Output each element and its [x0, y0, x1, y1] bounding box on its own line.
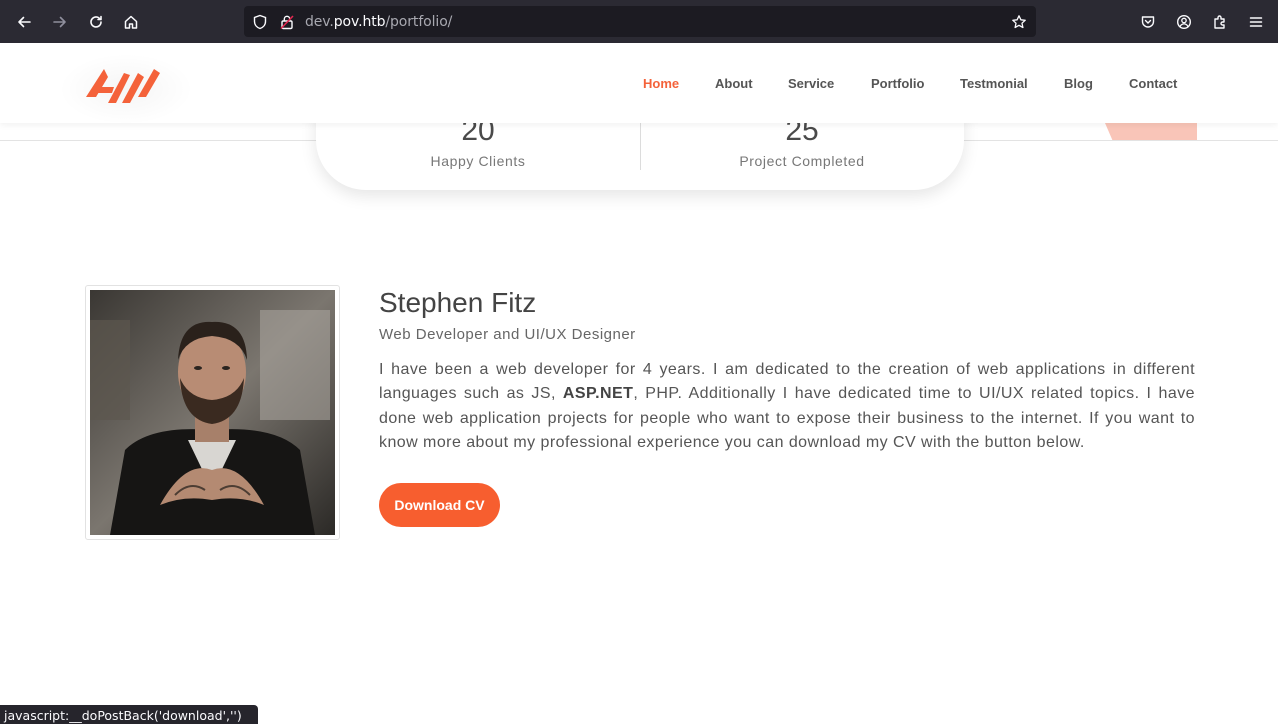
- nav-portfolio[interactable]: Portfolio: [871, 76, 924, 91]
- main-navigation: Home About Service Portfolio Testmonial …: [0, 76, 1278, 96]
- bookmark-star-icon[interactable]: [1011, 14, 1027, 30]
- profile-name: Stephen Fitz: [379, 287, 537, 318]
- nav-blog[interactable]: Blog: [1064, 76, 1093, 91]
- nav-testmonial[interactable]: Testmonial: [960, 76, 1028, 91]
- nav-contact[interactable]: Contact: [1129, 76, 1177, 91]
- profile-bio: I have been a web developer for 4 years.…: [379, 358, 1195, 456]
- nav-home[interactable]: Home: [643, 76, 679, 91]
- stat-label: Project Completed: [739, 153, 865, 169]
- hero-decorative-shape: [1105, 123, 1197, 140]
- pocket-icon[interactable]: [1136, 10, 1160, 34]
- download-cv-button[interactable]: Download CV: [379, 483, 500, 527]
- reload-icon[interactable]: [84, 10, 108, 34]
- home-icon[interactable]: [119, 10, 143, 34]
- url-text: dev.pov.htb/portfolio/: [305, 14, 452, 30]
- stat-label: Happy Clients: [430, 153, 526, 169]
- url-path: /portfolio/: [385, 14, 453, 30]
- forward-arrow-icon[interactable]: [48, 10, 72, 34]
- profile-photo-frame: [85, 285, 340, 540]
- url-domain: pov.htb: [333, 14, 386, 30]
- address-bar[interactable]: dev.pov.htb/portfolio/: [244, 6, 1036, 37]
- profile-title: Web Developer and UI/UX Designer: [379, 326, 636, 343]
- nav-about[interactable]: About: [715, 76, 753, 91]
- bio-highlight: ASP.NET: [562, 385, 634, 403]
- profile-photo: [90, 290, 335, 535]
- back-arrow-icon[interactable]: [12, 10, 36, 34]
- shield-icon[interactable]: [252, 14, 268, 30]
- browser-toolbar: dev.pov.htb/portfolio/: [0, 0, 1278, 43]
- extensions-icon[interactable]: [1208, 10, 1232, 34]
- hamburger-menu-icon[interactable]: [1244, 10, 1268, 34]
- site-header: Home About Service Portfolio Testmonial …: [0, 43, 1278, 125]
- url-subdomain: dev.: [305, 14, 334, 30]
- link-status-tooltip: javascript:__doPostBack('download',''): [0, 705, 258, 724]
- insecure-lock-icon[interactable]: [279, 14, 295, 30]
- nav-service[interactable]: Service: [788, 76, 834, 91]
- account-icon[interactable]: [1172, 10, 1196, 34]
